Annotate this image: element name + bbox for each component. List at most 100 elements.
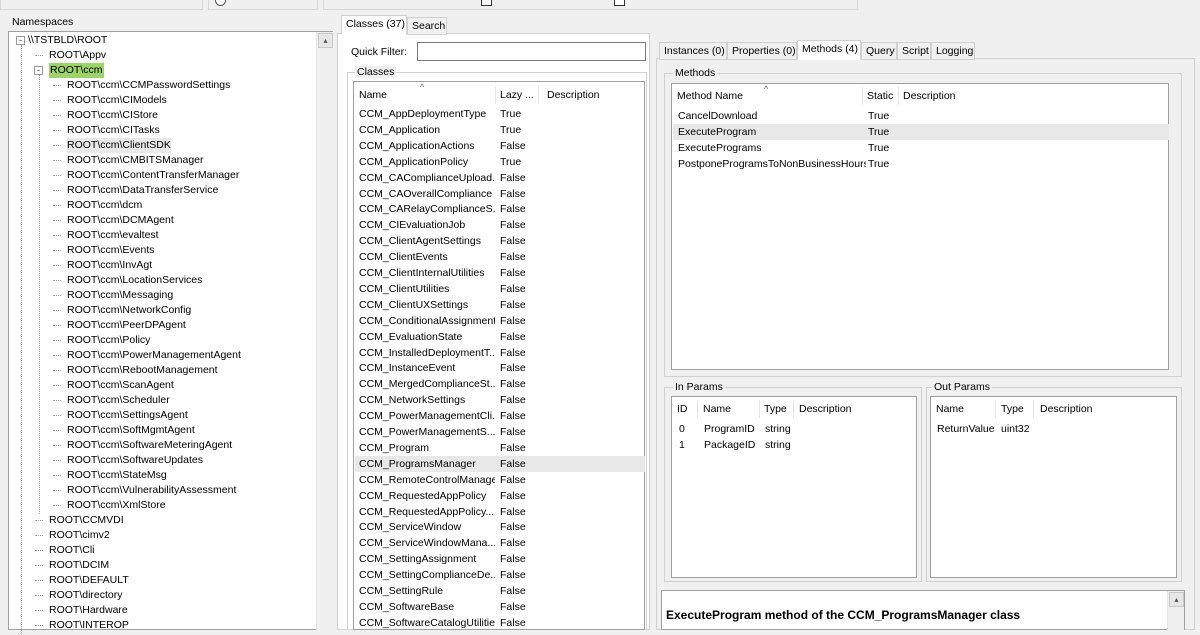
tree-root[interactable]: \\TSTBLD\ROOT [28,33,107,48]
column-name[interactable]: Name [936,400,964,418]
tab-script[interactable]: Script [897,42,931,60]
tree-item[interactable]: ROOT\cimv2 [49,528,110,543]
tree-item[interactable]: ROOT\ccm\DataTransferService [67,183,218,198]
table-row[interactable]: ExecutePrograms True [673,140,1169,156]
table-row[interactable]: ReturnValue uint32 [932,421,1177,437]
tree-item[interactable]: ROOT\ccm\CMBITSManager [67,153,204,168]
table-row[interactable]: CCM_ClientAgentSettings False [355,233,645,249]
table-row[interactable]: CCM_EvaluationState False [355,329,645,345]
in-params-list[interactable]: ID Name Type Description 0 ProgramID strin… [671,396,917,578]
table-row[interactable]: CCM_ApplicationPolicy True [355,154,645,170]
column-separator[interactable] [697,400,698,418]
tree-item[interactable]: ROOT\Cli [49,543,95,558]
tree-item[interactable]: ROOT\ccm\evaltest [67,228,159,243]
column-separator[interactable] [759,400,760,418]
table-row[interactable]: CCM_ClientUtilities False [355,281,645,297]
table-row[interactable]: CCM_CAComplianceUpload... False [355,170,645,186]
table-row[interactable]: CCM_ClientInternalUtilities False [355,265,645,281]
table-row[interactable]: CCM_SettingComplianceDe... False [355,567,645,583]
table-row[interactable]: CCM_ApplicationActions False [355,138,645,154]
table-row[interactable]: CCM_ServiceWindowMana... False [355,535,645,551]
tree-item[interactable]: ROOT\ccm\InvAgt [67,258,152,273]
table-row[interactable]: 0 ProgramID string [673,421,917,437]
include-mof-classes-checkbox[interactable] [614,0,625,6]
tab-methods-4[interactable]: Methods (4) [797,40,861,60]
tree-item[interactable]: ROOT\Hardware [49,603,128,618]
tree-item[interactable]: ROOT\ccm\dcm [67,198,142,213]
tree-item[interactable]: ROOT\INTEROP [49,618,129,633]
namespaces-tree[interactable]: - \\TSTBLD\ROOT ROOT\Appv - ROOT\ccm ROOT\c… [8,31,333,635]
tree-item[interactable]: ROOT\ccm\PowerManagementAgent [67,348,241,363]
table-row[interactable]: CCM_ConditionalAssignments False [355,313,645,329]
table-row[interactable]: CCM_RequestedAppPolicy... False [355,504,645,520]
tab-instances-0[interactable]: Instances (0) [659,42,727,60]
scroll-up-icon[interactable]: ▴ [318,33,333,48]
column-separator[interactable] [995,400,996,418]
column-lazy[interactable]: Lazy ... [500,86,534,104]
table-row[interactable]: CCM_ProgramsManager False [355,455,645,472]
collapse-ccm-icon[interactable]: - [34,66,43,75]
table-row[interactable]: CCM_SettingAssignment False [355,551,645,567]
tree-item[interactable]: ROOT\ccm\StateMsg [67,468,167,483]
tab-search[interactable]: Search [407,17,447,35]
collapse-root-icon[interactable]: - [16,36,25,45]
tree-item[interactable]: ROOT\ccm\SettingsAgent [67,408,188,423]
table-row[interactable]: CCM_Application True [355,122,645,138]
tree-item[interactable]: ROOT\ccm\Policy [67,333,150,348]
table-row[interactable]: PostponeProgramsToNonBusinessHours True [673,156,1169,172]
column-id[interactable]: ID [677,400,688,418]
tab-properties-0[interactable]: Properties (0) [727,42,797,60]
table-row[interactable]: 1 PackageID string [673,437,917,453]
tree-item[interactable]: ROOT\ccm\SoftwareMeteringAgent [67,438,232,453]
column-description[interactable]: Description [1040,400,1093,418]
table-row[interactable]: CCM_CAOverallCompliance False [355,186,645,202]
table-row[interactable]: CCM_RequestedAppPolicy False [355,488,645,504]
table-row[interactable]: CCM_SoftwareBase False [355,599,645,615]
table-row[interactable]: CCM_SettingRule False [355,583,645,599]
tree-item[interactable]: ROOT\ccm [49,63,104,78]
scroll-up-icon[interactable]: ▴ [1169,592,1184,607]
table-row[interactable]: CCM_PowerManagementS... False [355,424,645,440]
out-params-list[interactable]: Name Type Description ReturnValue uint32 [930,396,1177,578]
tree-item[interactable]: ROOT\ccm\CCMPasswordSettings [67,78,230,93]
tab-query[interactable]: Query [861,42,897,60]
namespaces-scrollbar[interactable]: ▴ [316,32,333,630]
column-separator[interactable] [793,400,794,418]
column-method-name[interactable]: Method Name [677,87,743,105]
column-description[interactable]: Description [903,87,956,105]
tree-item[interactable]: ROOT\ccm\LocationServices [67,273,202,288]
table-row[interactable]: CCM_PowerManagementCli... False [355,408,645,424]
tree-item[interactable]: ROOT\DCIM [49,558,109,573]
tree-item[interactable]: ROOT\ccm\ContentTransferManager [67,168,239,183]
tree-item[interactable]: ROOT\ccm\NetworkConfig [67,303,191,318]
tree-item[interactable]: ROOT\ccm\PeerDPAgent [67,318,186,333]
column-separator[interactable] [1033,400,1034,418]
tree-item[interactable]: ROOT\ccm\CIModels [67,93,167,108]
table-row[interactable]: CCM_CIEvaluationJob False [355,217,645,233]
column-separator[interactable] [495,86,496,104]
tree-item[interactable]: ROOT\ccm\DCMAgent [67,213,174,228]
tree-item[interactable]: ROOT\ccm\ScanAgent [67,378,174,393]
classes-list[interactable]: ^ Name Lazy ... Description CCM_AppDeplo… [353,81,645,630]
tree-item[interactable]: ROOT\ccm\XmlStore [67,498,166,513]
table-row[interactable]: CCM_AppDeploymentType True [355,106,645,122]
tree-item[interactable]: ROOT\ccm\ClientSDK [67,138,171,153]
column-name[interactable]: Name [359,86,387,104]
tree-item[interactable]: ROOT\CCMVDI [49,513,124,528]
column-separator[interactable] [862,87,863,105]
description-box[interactable]: ExecuteProgram method of the CCM_Program… [661,590,1185,631]
column-static[interactable]: Static [867,87,893,105]
tab-classes-37[interactable]: Classes (37) [341,15,407,35]
table-row[interactable]: CCM_Program False [355,440,645,456]
table-row[interactable]: CCM_ClientUXSettings False [355,297,645,313]
table-row[interactable]: CCM_NetworkSettings False [355,392,645,408]
table-row[interactable]: CCM_RemoteControlManager False [355,472,645,488]
column-separator[interactable] [538,86,539,104]
description-scrollbar[interactable]: ▴ [1167,591,1184,631]
tree-item[interactable]: ROOT\DEFAULT [49,573,129,588]
tree-item[interactable]: ROOT\directory [49,588,123,603]
tab-logging[interactable]: Logging [931,42,975,60]
column-type[interactable]: Type [1001,400,1024,418]
column-type[interactable]: Type [764,400,787,418]
table-row[interactable]: CCM_SoftwareCatalogUtilities False [355,615,645,631]
